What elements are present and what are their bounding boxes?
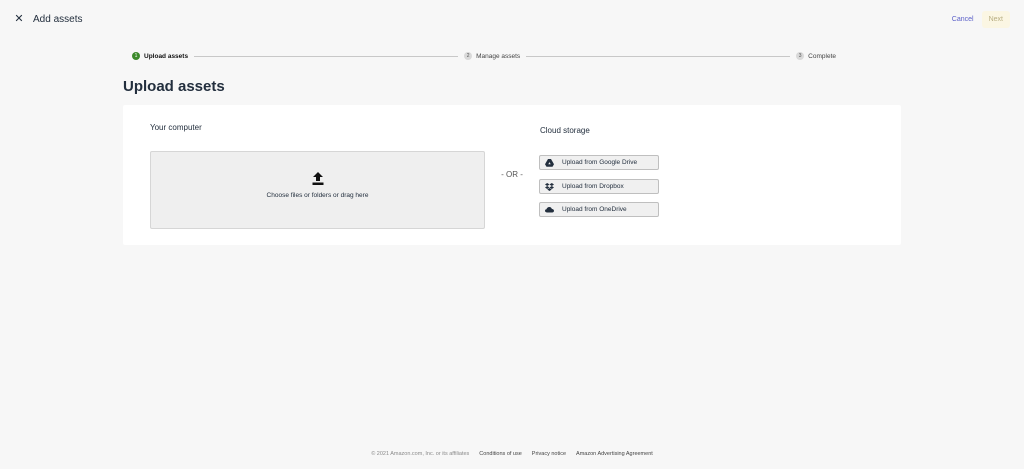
- dropzone-text: Choose files or folders or drag here: [266, 192, 369, 199]
- step-complete: 3 Complete: [796, 52, 836, 60]
- step-label: Upload assets: [144, 52, 189, 60]
- footer: © 2021 Amazon.com, Inc. or its affiliate…: [0, 451, 1024, 457]
- onedrive-icon: [545, 206, 554, 214]
- upload-google-drive-button[interactable]: Upload from Google Drive: [539, 155, 659, 170]
- upload-dropbox-button[interactable]: Upload from Dropbox: [539, 179, 659, 194]
- next-button[interactable]: Next: [981, 10, 1010, 28]
- step-upload-assets: 1 Upload assets: [132, 52, 188, 60]
- button-label: Upload from Dropbox: [562, 183, 624, 190]
- cancel-button[interactable]: Cancel: [952, 16, 974, 23]
- step-number: 2: [464, 52, 473, 60]
- step-manage-assets: 2 Manage assets: [464, 52, 520, 60]
- upload-icon: [312, 172, 324, 185]
- advertising-agreement-link[interactable]: Amazon Advertising Agreement: [576, 451, 653, 457]
- header: ✕ Add assets Cancel Next: [0, 0, 1024, 38]
- google-drive-icon: [545, 158, 554, 167]
- dropbox-icon: [545, 182, 554, 191]
- add-assets-page: ✕ Add assets Cancel Next 1 Upload assets…: [0, 0, 1024, 469]
- file-dropzone[interactable]: Choose files or folders or drag here: [150, 151, 485, 229]
- copyright-text: © 2021 Amazon.com, Inc. or its affiliate…: [371, 451, 470, 457]
- header-left: ✕ Add assets: [14, 13, 82, 25]
- button-label: Upload from OneDrive: [562, 206, 627, 213]
- button-label: Upload from Google Drive: [562, 159, 638, 166]
- your-computer-heading: Your computer: [150, 123, 202, 132]
- upload-card: Your computer Choose files or folders or…: [123, 105, 901, 245]
- conditions-of-use-link[interactable]: Conditions of use: [479, 451, 522, 457]
- upload-onedrive-button[interactable]: Upload from OneDrive: [539, 202, 659, 217]
- header-actions: Cancel Next: [952, 10, 1010, 28]
- step-number: 1: [132, 52, 140, 60]
- stepper: 1 Upload assets 2 Manage assets 3 Comple…: [132, 51, 836, 61]
- privacy-notice-link[interactable]: Privacy notice: [532, 451, 566, 457]
- step-connector: [194, 55, 459, 57]
- dialog-title: Add assets: [33, 13, 83, 25]
- or-divider: - OR -: [501, 170, 523, 179]
- step-label: Manage assets: [476, 52, 521, 60]
- step-number: 3: [796, 52, 805, 60]
- cloud-storage-heading: Cloud storage: [540, 126, 590, 135]
- step-connector: [526, 55, 791, 57]
- page-title: Upload assets: [123, 78, 225, 95]
- close-icon[interactable]: ✕: [14, 13, 24, 25]
- step-label: Complete: [808, 52, 836, 60]
